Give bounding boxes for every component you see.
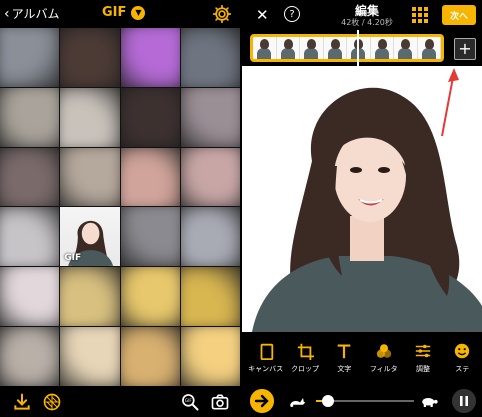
gif-badge: GIF: [64, 253, 82, 264]
editor-panel: ✕ ? 編集 42枚 / 4.20秒 次へ + キャンバス クロップ 文字 フィ…: [242, 0, 482, 417]
timeline-frame[interactable]: [323, 37, 347, 59]
filter-icon: [376, 344, 391, 358]
album-toolbar: GIF: [0, 386, 240, 417]
rabbit-icon[interactable]: [288, 393, 306, 409]
thumbnail[interactable]: [0, 87, 60, 147]
timeline-frame[interactable]: [417, 37, 441, 59]
playback-bar: [242, 384, 482, 417]
thumbnail-selected[interactable]: GIF: [60, 207, 120, 267]
back-button[interactable]: ‹ アルバム: [4, 5, 60, 22]
album-selector[interactable]: GIF ▼: [102, 5, 146, 20]
chevron-left-icon: ‹: [4, 5, 10, 22]
thumbnail[interactable]: [0, 147, 60, 207]
thumbnail[interactable]: [120, 147, 180, 207]
timeline-frame[interactable]: [394, 37, 418, 59]
grid-pattern-icon[interactable]: [42, 392, 62, 412]
tool-crop[interactable]: クロップ: [285, 332, 324, 384]
timeline-frame[interactable]: [347, 37, 371, 59]
tool-canvas[interactable]: キャンバス: [246, 332, 285, 384]
preview-canvas[interactable]: [242, 66, 482, 332]
thumbnail[interactable]: [60, 267, 120, 327]
speed-slider-knob[interactable]: [321, 395, 334, 407]
gear-icon[interactable]: [212, 4, 232, 24]
timeline: +: [242, 30, 482, 66]
thumbnail[interactable]: [0, 267, 60, 327]
tool-sticker[interactable]: ステ: [443, 332, 482, 384]
tool-label: 調整: [415, 365, 430, 373]
thumbnail[interactable]: [120, 87, 180, 147]
play-icon[interactable]: [250, 389, 274, 413]
pause-icon[interactable]: [452, 389, 476, 413]
editor-header: ✕ ? 編集 42枚 / 4.20秒 次へ: [242, 0, 482, 30]
frame-info: 42枚 / 4.20秒: [341, 18, 393, 27]
crop-icon: [297, 343, 314, 360]
tool-text[interactable]: 文字: [325, 332, 364, 384]
thumbnail[interactable]: [60, 147, 120, 207]
text-icon: [338, 344, 351, 359]
tool-label: ステ: [455, 365, 470, 373]
thumbnail[interactable]: [120, 28, 180, 87]
thumbnail[interactable]: [120, 207, 180, 267]
thumbnail[interactable]: [60, 28, 120, 87]
close-icon[interactable]: ✕: [256, 6, 269, 24]
chevron-down-icon: ▼: [131, 5, 146, 20]
tool-bar: キャンバス クロップ 文字 フィルタ 調整 ステ: [242, 332, 482, 384]
canvas-icon: [260, 343, 273, 360]
timeline-frame[interactable]: [300, 37, 324, 59]
timeline-frame[interactable]: [370, 37, 394, 59]
album-header: ‹ アルバム GIF ▼: [0, 0, 240, 28]
arrow-annotation: [441, 68, 459, 137]
timeline-frame[interactable]: [276, 37, 300, 59]
thumbnail[interactable]: [0, 207, 60, 267]
thumbnail[interactable]: [180, 28, 240, 87]
help-icon[interactable]: ?: [284, 6, 300, 22]
gif-search-icon[interactable]: GIF: [180, 392, 200, 412]
turtle-icon[interactable]: [420, 393, 438, 409]
thumbnail[interactable]: [0, 28, 60, 87]
svg-text:GIF: GIF: [185, 398, 192, 403]
tool-adjust[interactable]: 調整: [403, 332, 442, 384]
thumbnail[interactable]: [180, 327, 240, 386]
tool-label: クロップ: [290, 365, 319, 373]
thumbnail[interactable]: [60, 87, 120, 147]
album-panel: ‹ アルバム GIF ▼ GIF GIF: [0, 0, 240, 417]
frame-strip[interactable]: [250, 34, 444, 62]
tool-label: キャンバス: [248, 365, 284, 373]
grid-icon[interactable]: [412, 7, 428, 23]
adjust-icon: [415, 344, 431, 358]
album-title: GIF: [102, 5, 127, 20]
playhead[interactable]: [356, 30, 359, 66]
timeline-frame[interactable]: [253, 37, 277, 59]
back-label: アルバム: [11, 7, 60, 21]
thumbnail[interactable]: [120, 267, 180, 327]
thumbnail[interactable]: [180, 207, 240, 267]
add-frames-button[interactable]: +: [454, 38, 476, 60]
thumbnail[interactable]: [0, 327, 60, 386]
thumbnail[interactable]: [180, 267, 240, 327]
sticker-icon: [455, 343, 470, 359]
camera-icon[interactable]: [210, 392, 230, 412]
tool-filter[interactable]: フィルタ: [364, 332, 403, 384]
thumbnail[interactable]: [120, 327, 180, 386]
tool-label: フィルタ: [369, 365, 398, 373]
thumbnail[interactable]: [60, 327, 120, 386]
tool-label: 文字: [337, 365, 352, 373]
thumbnail[interactable]: [180, 147, 240, 207]
thumbnail-grid: GIF: [0, 28, 240, 386]
download-icon[interactable]: [12, 392, 32, 412]
thumbnail[interactable]: [180, 87, 240, 147]
speed-slider[interactable]: [316, 395, 414, 407]
next-button[interactable]: 次へ: [442, 5, 476, 25]
